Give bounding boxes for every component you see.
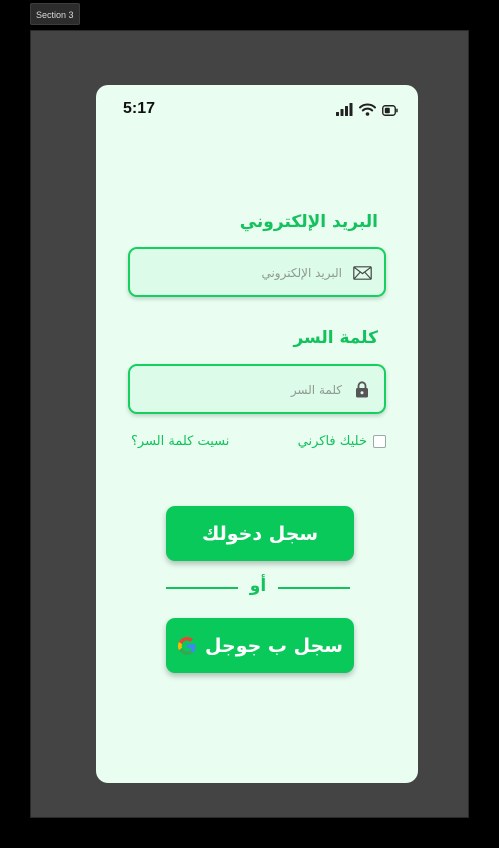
password-field[interactable] xyxy=(128,364,386,414)
remember-me[interactable]: خليك فاكرني xyxy=(298,434,386,449)
signal-icon xyxy=(336,101,353,120)
login-button[interactable]: سجل دخولك xyxy=(166,506,354,561)
email-field[interactable] xyxy=(128,247,386,297)
login-button-label: سجل دخولك xyxy=(201,522,319,545)
phone-screen: 5:17 البريد الإلكتروني البريد الإلكتروني… xyxy=(96,85,418,783)
divider-line-left xyxy=(166,587,238,589)
battery-icon xyxy=(382,101,398,120)
email-input[interactable] xyxy=(140,249,344,297)
google-icon xyxy=(177,636,197,656)
divider-or-text: أو xyxy=(249,576,267,596)
status-time: 5:17 xyxy=(123,100,156,117)
status-icons xyxy=(336,101,398,120)
email-label: البريد الإلكتروني xyxy=(239,212,378,232)
mail-icon xyxy=(352,264,372,281)
divider-line-right xyxy=(278,587,350,589)
section-label: Section 3 xyxy=(30,3,80,25)
wifi-icon xyxy=(359,101,376,120)
remember-label: خليك فاكرني xyxy=(297,434,367,449)
password-input[interactable] xyxy=(140,366,344,414)
google-button-label: سجل ب جوجل xyxy=(205,634,343,657)
lock-icon xyxy=(352,381,372,398)
status-bar: 5:17 xyxy=(96,85,418,133)
password-label: كلمة السر xyxy=(293,328,378,348)
forgot-password-link[interactable]: نسيت كلمة السر؟ xyxy=(131,434,229,449)
remember-checkbox[interactable] xyxy=(373,435,386,448)
google-login-button[interactable]: سجل ب جوجل xyxy=(166,618,354,673)
